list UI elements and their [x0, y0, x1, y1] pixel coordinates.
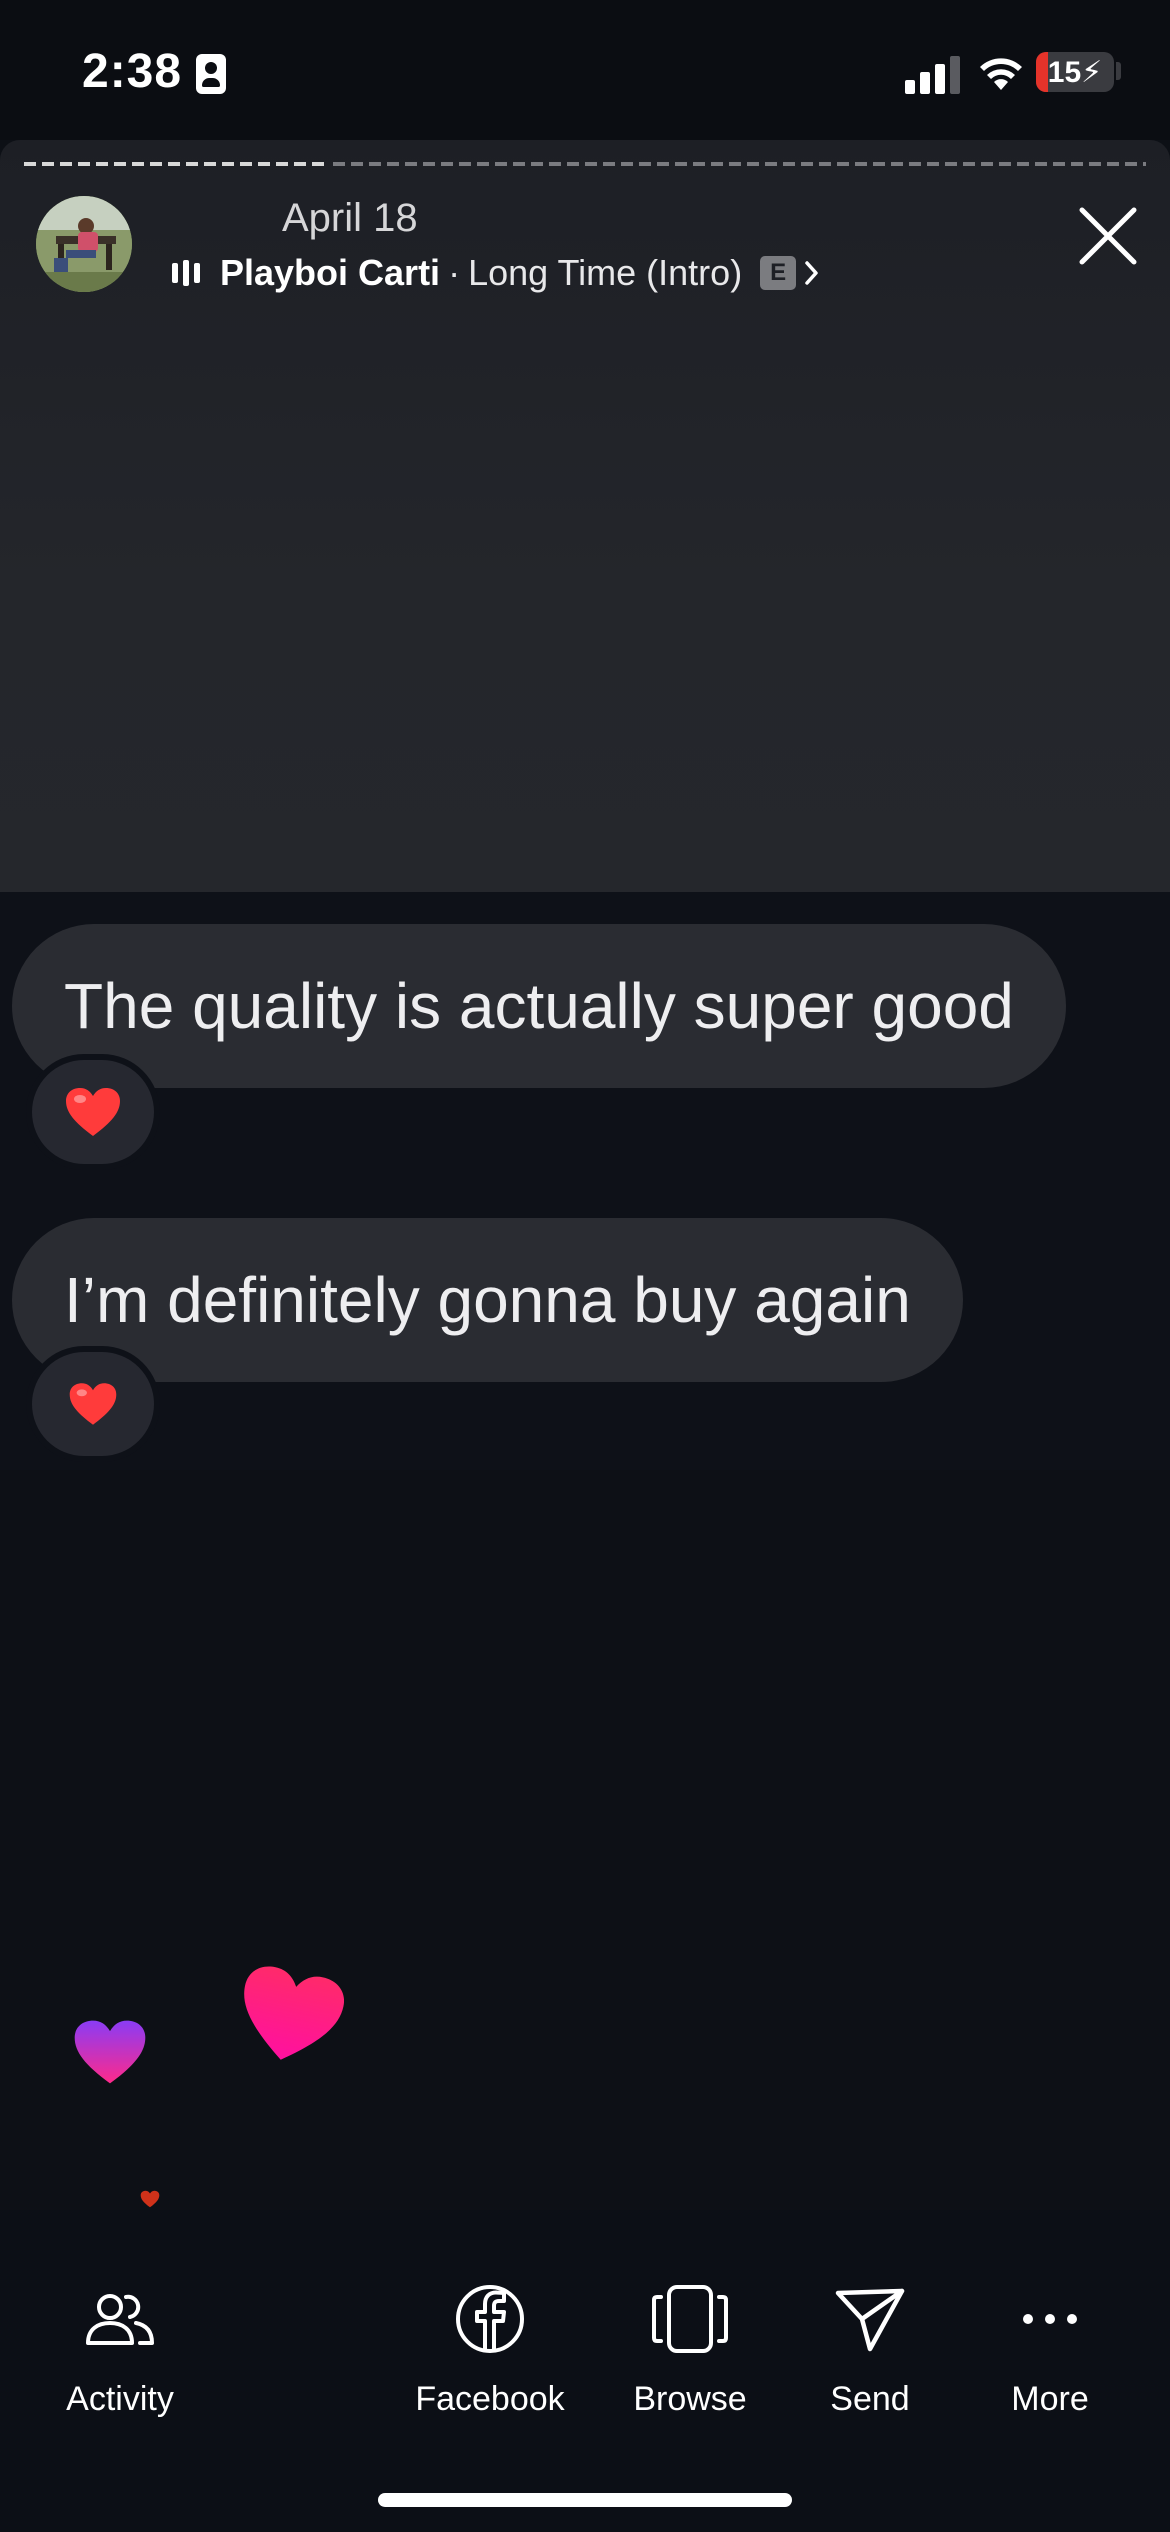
activity-label: Activity — [66, 2380, 174, 2418]
heart-emoji-icon — [69, 1383, 117, 1425]
message-bubble[interactable]: I’m definitely gonna buy again — [12, 1218, 963, 1382]
story-card[interactable]: April 18 Playboi Carti · Long Time (Intr… — [0, 140, 1170, 892]
story-date: April 18 — [282, 196, 418, 240]
activity-button[interactable]: Activity — [40, 2274, 200, 2419]
music-song-title: Long Time (Intro) — [468, 252, 743, 293]
contact-card-icon — [196, 54, 226, 94]
send-button[interactable]: Send — [800, 2274, 940, 2419]
story-progress-done — [24, 162, 327, 166]
story-progress-bar — [24, 162, 1146, 168]
message-thread: The quality is actually super good I’m d… — [0, 892, 1170, 1470]
battery-cap — [1116, 62, 1121, 80]
send-icon — [835, 2288, 905, 2352]
message-reaction[interactable] — [32, 1060, 154, 1164]
music-bars-icon — [172, 258, 200, 288]
close-button[interactable] — [1076, 204, 1140, 268]
music-artist: Playboi Carti — [220, 252, 441, 293]
explicit-badge: E — [760, 256, 797, 290]
send-label: Send — [830, 2380, 910, 2418]
facebook-label: Facebook — [415, 2380, 565, 2418]
chevron-right-icon — [804, 260, 820, 286]
bottom-action-bar: Activity Facebook Browse Send More — [0, 2210, 1170, 2532]
music-separator: · — [448, 252, 461, 293]
more-icon — [1023, 2314, 1077, 2324]
floating-heart-icon — [244, 1966, 344, 2060]
more-button[interactable]: More — [980, 2274, 1120, 2419]
status-time: 2:38 — [82, 45, 183, 98]
message-bubble[interactable]: The quality is actually super good — [12, 924, 1066, 1088]
avatar[interactable] — [36, 196, 132, 292]
browse-button[interactable]: Browse — [620, 2274, 760, 2419]
avatar-photo — [36, 196, 132, 292]
story-progress-remaining — [333, 162, 1146, 166]
more-label: More — [1011, 2380, 1089, 2418]
facebook-icon — [456, 2285, 524, 2353]
facebook-button[interactable]: Facebook — [400, 2274, 580, 2419]
status-bar: 2:38 15⚡ — [0, 0, 1170, 140]
close-icon — [1079, 207, 1137, 265]
floating-heart-icon — [74, 2020, 146, 2084]
cellular-signal-icon — [905, 54, 961, 94]
floating-heart-icon — [140, 2190, 160, 2208]
music-attribution[interactable]: Playboi Carti · Long Time (Intro) E — [172, 246, 820, 300]
heart-emoji-icon — [66, 1088, 120, 1136]
battery-indicator: 15⚡ — [1036, 52, 1114, 92]
battery-percent-label: 15⚡ — [1047, 56, 1103, 89]
home-indicator[interactable] — [378, 2493, 792, 2507]
message-reaction[interactable] — [32, 1352, 154, 1456]
browse-label: Browse — [633, 2380, 747, 2418]
browse-icon — [652, 2285, 728, 2353]
people-icon — [86, 2294, 154, 2345]
wifi-icon — [980, 58, 1022, 90]
